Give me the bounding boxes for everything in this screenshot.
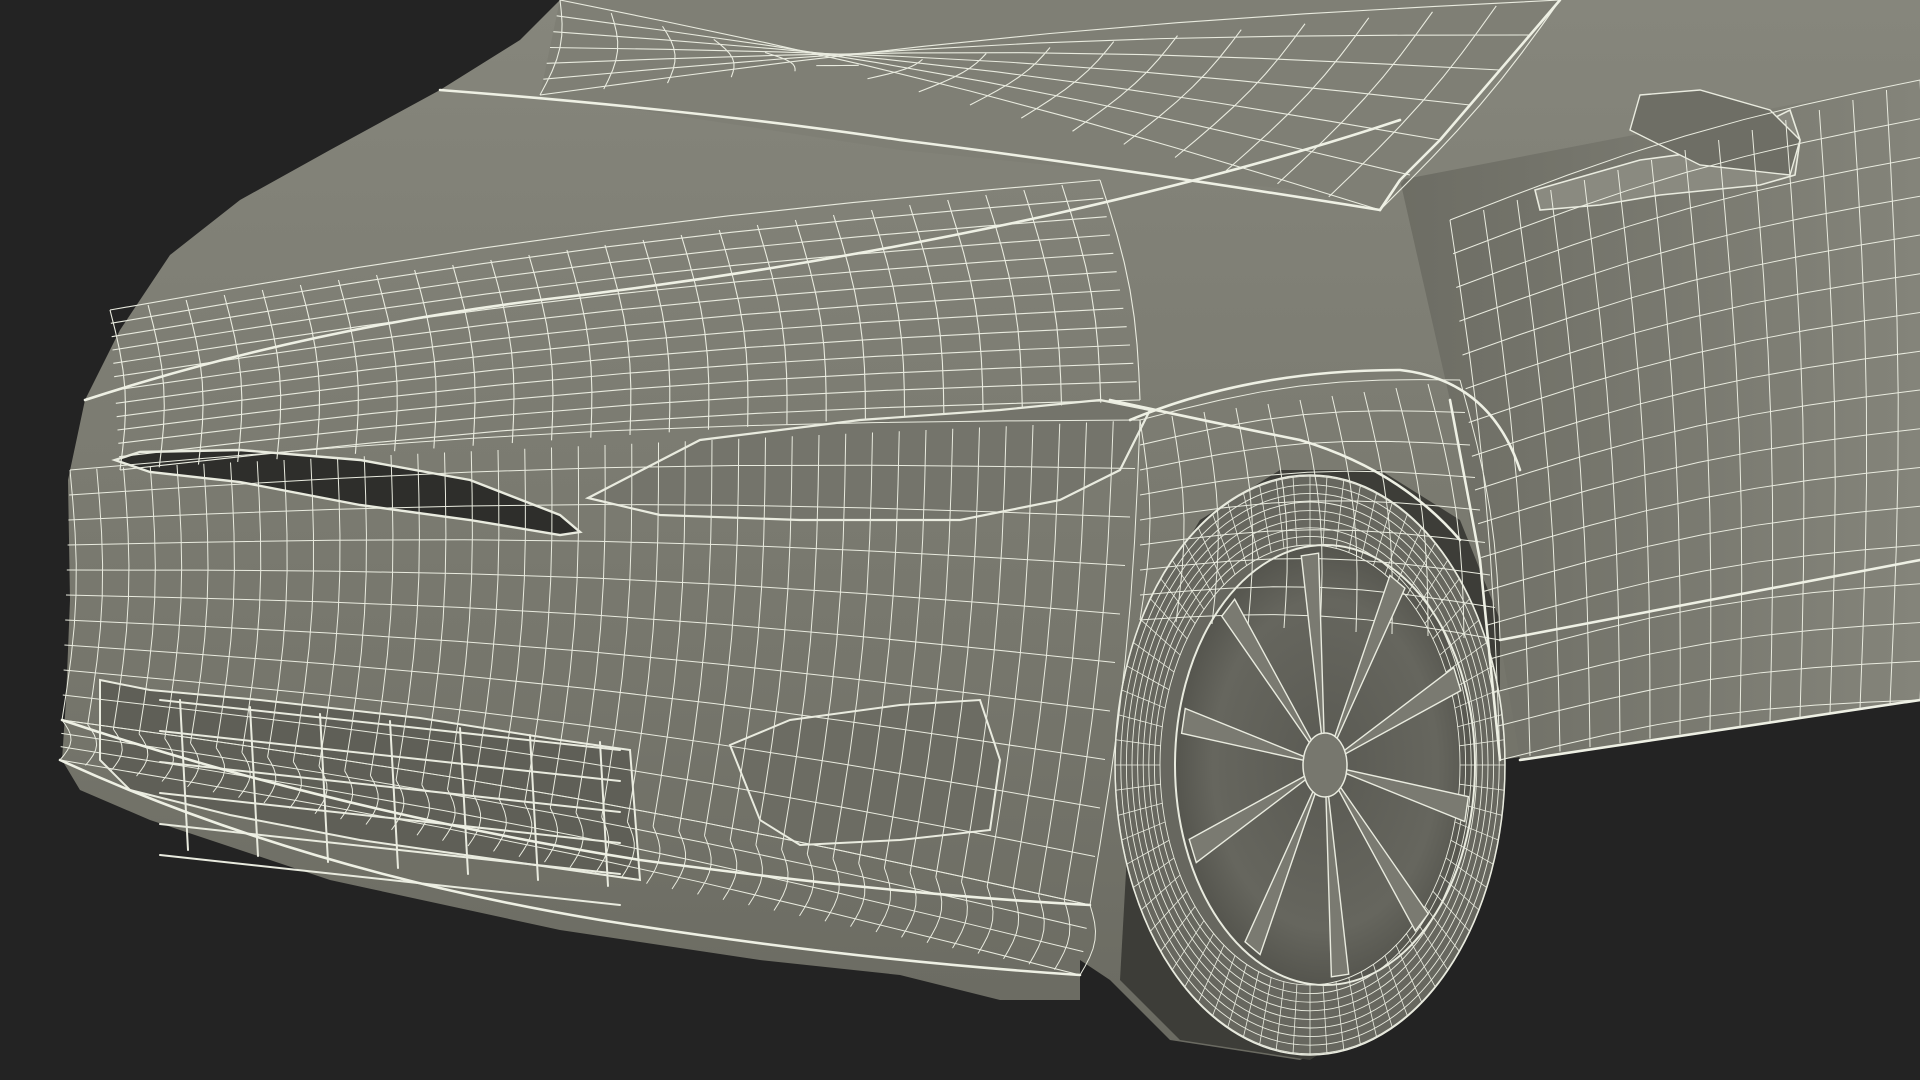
viewport xyxy=(0,0,1920,1080)
wireframe-render xyxy=(0,0,1920,1080)
